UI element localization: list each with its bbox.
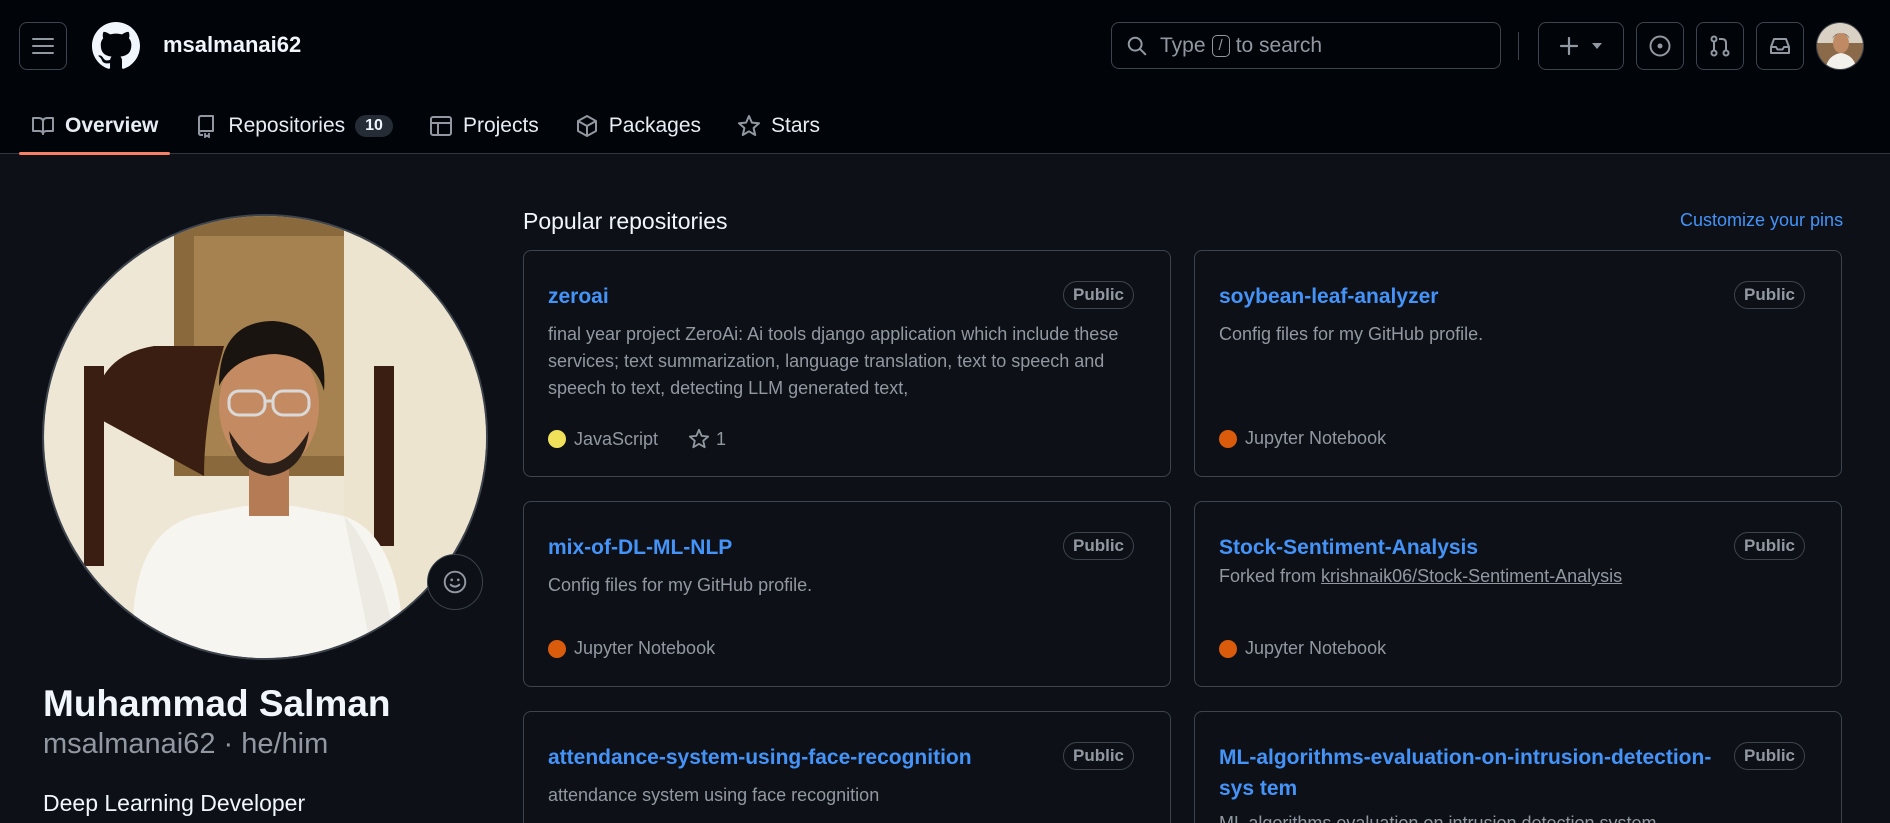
tab-stars[interactable]: Stars <box>725 98 832 154</box>
search-input[interactable]: Type / to search <box>1111 22 1501 69</box>
search-suffix: to search <box>1235 33 1323 57</box>
tab-packages-label: Packages <box>608 114 702 137</box>
visibility-badge: Public <box>1733 532 1805 560</box>
issue-opened-icon <box>1649 35 1671 57</box>
avatar-photo-small <box>1817 23 1863 69</box>
repo-card: ML-algorithms-evaluation-on-intrusion-de… <box>1194 711 1842 823</box>
tab-projects[interactable]: Projects <box>417 98 551 154</box>
plus-icon <box>1559 36 1579 56</box>
repo-language: JavaScript <box>574 428 659 449</box>
repo-card: attendance-system-using-face-recognition… <box>523 711 1171 823</box>
top-header: msalmanai62 Type / to search Overview Re… <box>0 0 1890 155</box>
inbox-icon <box>1770 38 1790 54</box>
header-username[interactable]: msalmanai62 <box>163 32 301 58</box>
repo-meta: JavaScript 1 <box>548 428 726 450</box>
repo-name-link[interactable]: soybean-leaf-analyzer <box>1219 281 1438 312</box>
repo-description: Config files for my GitHub profile. <box>1219 324 1484 344</box>
search-shortcut-key: / <box>1211 34 1230 57</box>
inbox-button[interactable] <box>1756 22 1804 70</box>
profile-handle: msalmanai62 · he/him <box>43 728 329 760</box>
visibility-badge: Public <box>1733 281 1805 309</box>
visibility-badge: Public <box>1062 742 1134 770</box>
repo-icon <box>198 115 215 138</box>
profile-tabs: Overview Repositories 10 Projects Packag… <box>19 98 844 155</box>
git-pull-request-icon <box>1710 35 1730 57</box>
repo-name-link[interactable]: Stock-Sentiment-Analysis <box>1219 532 1478 563</box>
profile-photo <box>44 216 486 658</box>
menu-button[interactable] <box>19 22 67 70</box>
pull-requests-button[interactable] <box>1696 22 1744 70</box>
repo-star-count: 1 <box>716 428 727 449</box>
smiley-icon <box>443 570 467 594</box>
repo-meta: Jupyter Notebook <box>1219 428 1386 449</box>
tab-overview[interactable]: Overview <box>19 98 171 155</box>
visibility-badge: Public <box>1062 281 1134 309</box>
repo-forked-from: Forked from krishnaik06/Stock-Sentiment-… <box>1219 563 1805 590</box>
tab-projects-label: Projects <box>462 114 539 137</box>
github-logo-icon[interactable] <box>92 22 140 70</box>
search-prefix: Type <box>1160 33 1206 57</box>
tab-repositories-label: Repositories <box>228 114 346 137</box>
profile-avatar[interactable] <box>42 214 488 660</box>
set-status-button[interactable] <box>427 554 483 610</box>
repo-language: Jupyter Notebook <box>1245 428 1387 448</box>
repo-description: Config files for my GitHub profile. <box>548 575 813 595</box>
repo-stars-link[interactable]: 1 <box>688 428 726 450</box>
repositories-count-badge: 10 <box>355 115 393 137</box>
hamburger-icon <box>32 38 54 54</box>
language-color-dot <box>548 430 566 448</box>
popular-repositories-heading: Popular repositories <box>523 208 728 234</box>
profile-full-name: Muhammad Salman <box>43 683 391 724</box>
table-icon <box>429 116 452 136</box>
repo-card: mix-of-DL-ML-NLP Public Config files for… <box>523 501 1171 687</box>
tab-stars-label: Stars <box>771 114 821 137</box>
repo-name-link[interactable]: ML-algorithms-evaluation-on-intrusion-de… <box>1219 742 1731 804</box>
package-icon <box>576 115 597 137</box>
forked-from-link[interactable]: krishnaik06/Stock-Sentiment-Analysis <box>1321 566 1622 586</box>
repo-card: soybean-leaf-analyzer Public Config file… <box>1194 250 1842 477</box>
repo-description: attendance system using face recognition <box>548 785 880 805</box>
tab-packages[interactable]: Packages <box>563 98 713 154</box>
repo-language: Jupyter Notebook <box>1245 638 1387 658</box>
language-color-dot <box>1219 639 1237 658</box>
repo-meta: Jupyter Notebook <box>1219 638 1386 659</box>
profile-bio: Deep Learning Developer <box>43 790 306 816</box>
language-color-dot <box>1219 429 1237 448</box>
repo-description: ML algorithms evaluation on intrusion de… <box>1219 813 1657 823</box>
star-icon <box>688 428 710 449</box>
tab-repositories[interactable]: Repositories 10 <box>182 98 405 154</box>
repo-name-link[interactable]: zeroai <box>548 281 609 312</box>
customize-pins-link[interactable]: Customize your pins <box>1680 210 1843 231</box>
star-icon <box>738 115 761 136</box>
repo-card: zeroai Public final year project ZeroAi:… <box>523 250 1171 477</box>
user-avatar-button[interactable] <box>1816 22 1864 70</box>
triangle-down-icon <box>1592 43 1602 49</box>
forked-from-prefix: Forked from <box>1219 566 1317 586</box>
language-color-dot <box>548 639 566 658</box>
repo-description: final year project ZeroAi: Ai tools djan… <box>548 324 1119 398</box>
visibility-badge: Public <box>1733 742 1805 770</box>
repo-name-link[interactable]: attendance-system-using-face-recognition <box>548 742 972 773</box>
tab-overview-label: Overview <box>65 114 159 137</box>
book-icon <box>32 117 54 135</box>
repo-meta: Jupyter Notebook <box>548 638 715 659</box>
create-new-button[interactable] <box>1538 22 1624 70</box>
repo-name-link[interactable]: mix-of-DL-ML-NLP <box>548 532 732 563</box>
visibility-badge: Public <box>1062 532 1134 560</box>
header-divider <box>1518 32 1519 60</box>
issues-button[interactable] <box>1636 22 1684 70</box>
repo-card: Stock-Sentiment-Analysis Public Forked f… <box>1194 501 1842 687</box>
repo-language: Jupyter Notebook <box>574 638 716 658</box>
search-icon <box>1127 36 1147 55</box>
